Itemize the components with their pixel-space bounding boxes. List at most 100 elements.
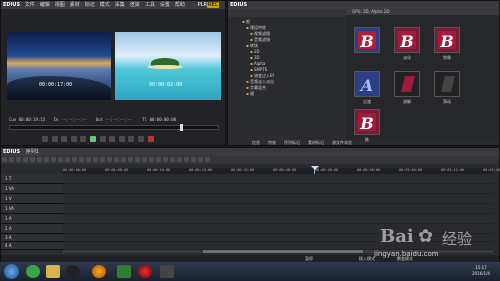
timeline-tool-button[interactable] xyxy=(23,157,28,162)
track-lane[interactable] xyxy=(63,204,493,214)
library-tab[interactable]: 特效 xyxy=(268,140,276,145)
fast-forward-button[interactable] xyxy=(99,136,106,142)
timeline-tool-button[interactable] xyxy=(65,157,70,162)
overwrite-button[interactable] xyxy=(137,136,144,142)
track-header[interactable]: 1 T xyxy=(1,174,63,184)
file-explorer-icon[interactable] xyxy=(46,265,60,278)
timeline-tool-button[interactable] xyxy=(149,157,154,162)
track-lane[interactable] xyxy=(63,174,493,184)
timeline-tool-button[interactable] xyxy=(9,157,14,162)
record-preview[interactable]: 00:00:02:00 xyxy=(115,32,221,100)
menu-item[interactable]: 采集 xyxy=(115,2,125,8)
menu-item[interactable]: 文件 xyxy=(25,2,35,8)
timeline-tool-button[interactable] xyxy=(51,157,56,162)
timeline-tool-button[interactable] xyxy=(121,157,126,162)
chat-app-icon[interactable] xyxy=(26,265,40,278)
library-tab[interactable]: 素材标记 xyxy=(308,140,324,145)
stop-button[interactable] xyxy=(80,136,87,142)
video-app-icon[interactable] xyxy=(117,265,131,278)
rec-badge[interactable]: REC xyxy=(206,2,219,8)
effects-tree[interactable]: ▪ 根 ▪ 预设特效 ▪ 视频滤镜 ▪ 音频滤镜 ▪ 转场 ▪ 2D ▪ 3D ▪ Alpha… xyxy=(242,19,342,137)
track-header[interactable]: 1 VA xyxy=(1,184,63,194)
effect-tile[interactable]: B xyxy=(394,27,420,53)
timeline-tool-button[interactable] xyxy=(107,157,112,162)
timeline-tool-button[interactable] xyxy=(79,157,84,162)
timeline-tool-button[interactable] xyxy=(198,157,203,162)
timeline-tool-button[interactable] xyxy=(205,157,210,162)
edius-app-icon[interactable] xyxy=(160,265,174,278)
set-in-button[interactable] xyxy=(42,136,48,142)
timeline-tool-button[interactable] xyxy=(114,157,119,162)
menu-item[interactable]: 素材 xyxy=(70,2,80,8)
play-button[interactable] xyxy=(89,136,96,142)
timeline-tool-button[interactable] xyxy=(142,157,147,162)
menu-item[interactable]: 视图 xyxy=(55,2,65,8)
timeline-tool-button[interactable] xyxy=(58,157,63,162)
track-header[interactable]: 3 A xyxy=(1,234,63,242)
menu-item[interactable]: 设置 xyxy=(160,2,170,8)
tile-glyph: B xyxy=(400,32,414,51)
timeline-tool-button[interactable] xyxy=(2,157,7,162)
effect-tile-label: 划像 xyxy=(443,55,451,60)
library-tab[interactable]: 序列标记 xyxy=(284,140,300,145)
timeline-tool-button[interactable] xyxy=(72,157,77,162)
timeline-tool-button[interactable] xyxy=(93,157,98,162)
timeline-tool-button[interactable] xyxy=(191,157,196,162)
timeline-tool-button[interactable] xyxy=(86,157,91,162)
next-frame-button[interactable] xyxy=(109,136,116,142)
record-button[interactable] xyxy=(147,136,154,142)
start-button[interactable] xyxy=(4,264,19,279)
track-header[interactable]: 1 A xyxy=(1,214,63,224)
set-out-button[interactable] xyxy=(51,136,58,142)
qq-icon[interactable] xyxy=(66,265,80,278)
rewind-button[interactable] xyxy=(70,136,77,142)
menu-item[interactable]: 工具 xyxy=(145,2,155,8)
effect-tile[interactable]: B xyxy=(434,27,460,53)
effect-tile[interactable] xyxy=(434,71,460,97)
scrub-handle[interactable] xyxy=(180,124,183,131)
firefox-icon[interactable] xyxy=(92,265,106,278)
source-preview[interactable]: 00:00:17:00 xyxy=(7,32,111,100)
effect-tile[interactable]: A xyxy=(354,71,380,97)
timeline-tool-button[interactable] xyxy=(37,157,42,162)
loop-button[interactable] xyxy=(118,136,125,142)
timeline-tool-button[interactable] xyxy=(156,157,161,162)
menu-item[interactable]: 标记 xyxy=(85,2,95,8)
effect-tile[interactable] xyxy=(394,71,420,97)
scrub-bar[interactable] xyxy=(9,124,219,131)
timeline-tool-button[interactable] xyxy=(100,157,105,162)
timeline-tool-button[interactable] xyxy=(16,157,21,162)
ruler-tick-label: 00:00:56:00 xyxy=(357,168,381,172)
out-label: Out xyxy=(95,117,103,122)
effect-tile[interactable]: B xyxy=(354,27,380,53)
timeline-tool-button[interactable] xyxy=(177,157,182,162)
prev-frame-button[interactable] xyxy=(61,136,68,142)
track-header[interactable]: 1 V xyxy=(1,194,63,204)
library-tab[interactable]: 信息 xyxy=(252,140,260,145)
library-tab[interactable]: 源文件浏览 xyxy=(332,140,352,145)
track-header[interactable]: 4 A xyxy=(1,242,63,250)
timeline-tool-button[interactable] xyxy=(135,157,140,162)
sequence-name[interactable]: 序列1 xyxy=(26,149,39,155)
timeline-tool-button[interactable] xyxy=(163,157,168,162)
timeline-tool-button[interactable] xyxy=(30,157,35,162)
menu-item[interactable]: 模式 xyxy=(100,2,110,8)
track-header[interactable]: 1 VA xyxy=(1,204,63,214)
tree-item[interactable]: ▪ 键 xyxy=(242,91,342,97)
playhead-marker[interactable] xyxy=(311,166,319,170)
menu-item[interactable]: 编辑 xyxy=(40,2,50,8)
record-app-icon[interactable] xyxy=(138,265,152,278)
menu-item[interactable]: 渲染 xyxy=(130,2,140,8)
timeline-tool-button[interactable] xyxy=(184,157,189,162)
insert-button[interactable] xyxy=(128,136,135,142)
plr-badge[interactable]: PLR xyxy=(198,1,207,9)
effect-tile[interactable]: B xyxy=(354,109,380,135)
track-lane[interactable] xyxy=(63,184,493,194)
track-header[interactable]: 2 A xyxy=(1,224,63,234)
taskbar-clock[interactable]: 15:17 2016/1/4 xyxy=(466,265,496,277)
timeline-tool-button[interactable] xyxy=(128,157,133,162)
timeline-tool-button[interactable] xyxy=(170,157,175,162)
menu-item[interactable]: 帮助 xyxy=(175,2,185,8)
track-lane[interactable] xyxy=(63,194,493,204)
timeline-tool-button[interactable] xyxy=(44,157,49,162)
